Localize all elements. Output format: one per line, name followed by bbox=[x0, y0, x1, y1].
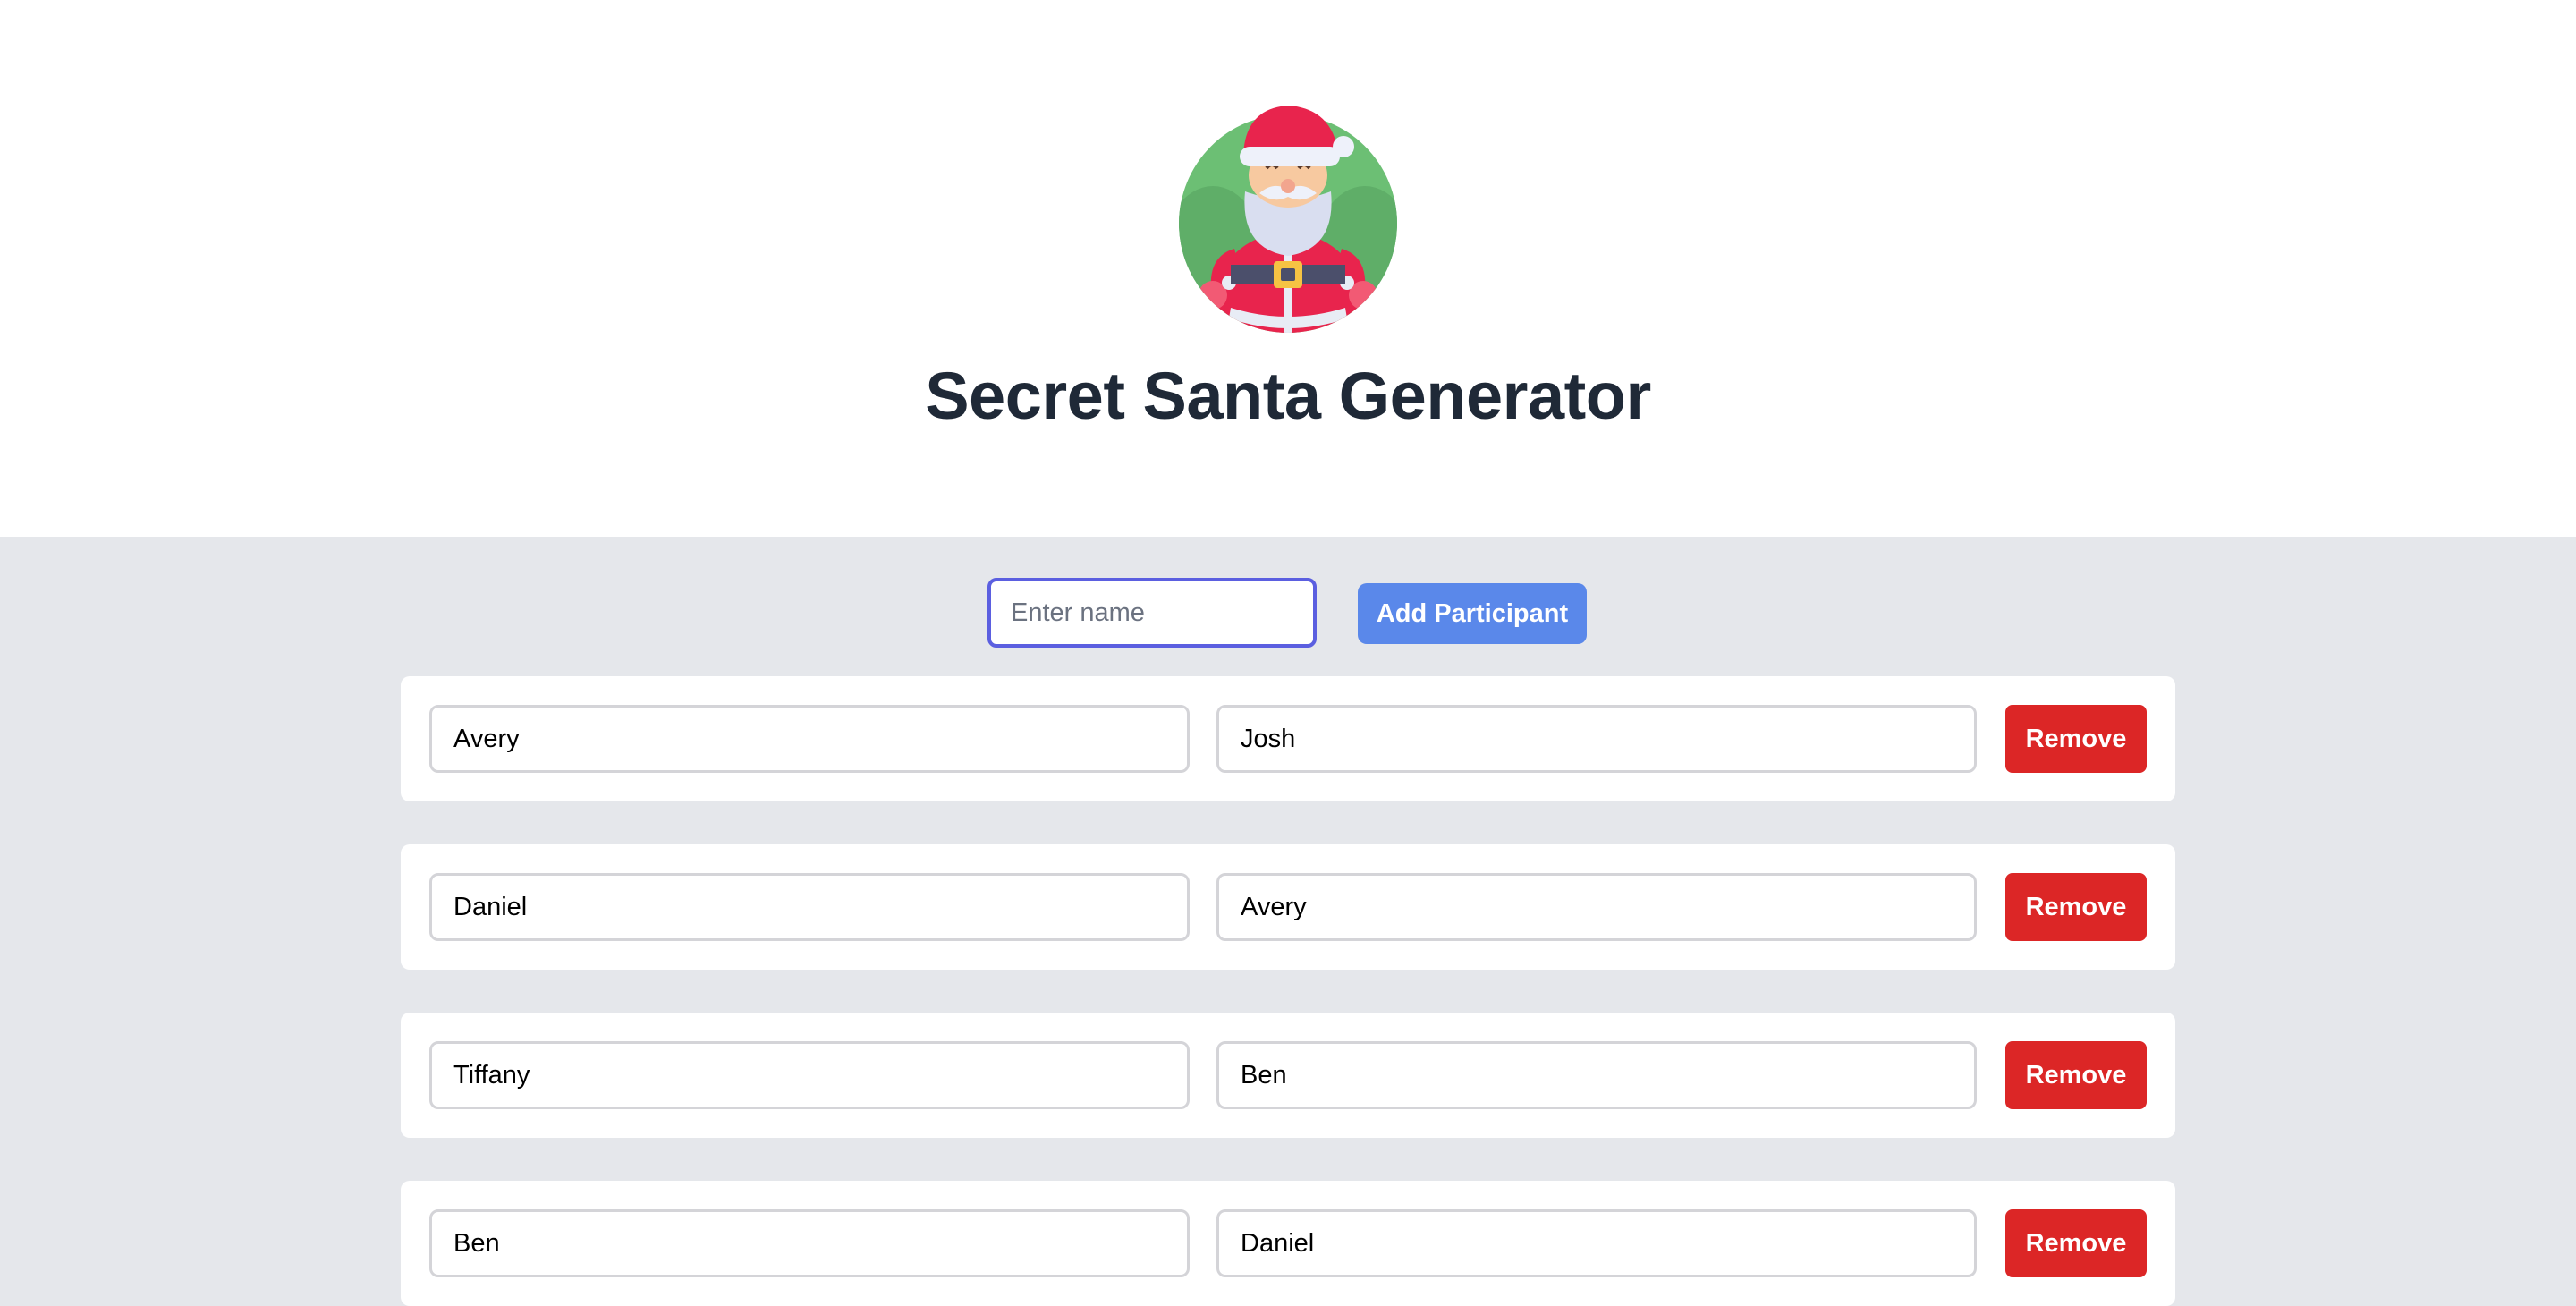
pair-card: Remove bbox=[401, 1181, 2175, 1306]
header-section: Secret Santa Generator bbox=[0, 0, 2576, 537]
receiver-field[interactable] bbox=[1216, 1041, 1977, 1109]
receiver-field[interactable] bbox=[1216, 873, 1977, 941]
remove-button[interactable]: Remove bbox=[2005, 1041, 2147, 1109]
add-participant-form: Add Participant bbox=[0, 578, 2576, 649]
name-input[interactable] bbox=[987, 578, 1317, 648]
giver-field[interactable] bbox=[429, 1041, 1190, 1109]
remove-button[interactable]: Remove bbox=[2005, 873, 2147, 941]
add-participant-button[interactable]: Add Participant bbox=[1358, 583, 1587, 644]
page-title: Secret Santa Generator bbox=[925, 359, 1651, 433]
pair-card: Remove bbox=[401, 844, 2175, 970]
giver-field[interactable] bbox=[429, 873, 1190, 941]
receiver-field[interactable] bbox=[1216, 705, 1977, 773]
giver-field[interactable] bbox=[429, 705, 1190, 773]
remove-button[interactable]: Remove bbox=[2005, 1209, 2147, 1277]
giver-field[interactable] bbox=[429, 1209, 1190, 1277]
pair-card: Remove bbox=[401, 676, 2175, 801]
pair-card: Remove bbox=[401, 1013, 2175, 1138]
remove-button[interactable]: Remove bbox=[2005, 705, 2147, 773]
receiver-field[interactable] bbox=[1216, 1209, 1977, 1277]
santa-claus-icon bbox=[1179, 106, 1397, 333]
